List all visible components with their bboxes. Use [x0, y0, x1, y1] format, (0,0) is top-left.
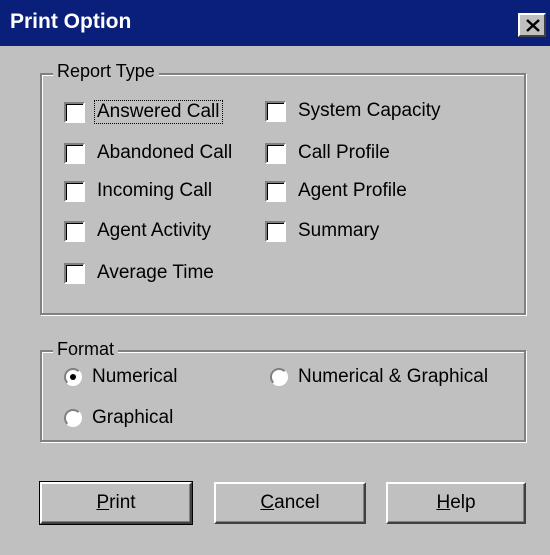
checkbox-box[interactable]	[265, 220, 286, 242]
cancel-button[interactable]: Cancel	[214, 482, 366, 524]
radio-button[interactable]	[270, 368, 288, 386]
checkbox-box[interactable]	[64, 180, 85, 202]
radio-numerical[interactable]: Numerical	[64, 366, 178, 388]
checkbox-answered-call[interactable]: Answered Call	[64, 100, 223, 124]
checkbox-label: Agent Activity	[97, 220, 212, 241]
checkbox-box[interactable]	[64, 262, 85, 284]
print-label-rest: rint	[109, 492, 136, 513]
help-button[interactable]: Help	[386, 482, 526, 524]
checkbox-summary[interactable]: Summary	[265, 220, 379, 242]
radio-numerical-graphical[interactable]: Numerical & Graphical	[270, 366, 488, 388]
close-button[interactable]	[518, 13, 546, 37]
format-legend: Format	[53, 339, 119, 360]
help-label-rest: elp	[450, 492, 476, 513]
checkbox-box[interactable]	[64, 220, 85, 242]
checkbox-incoming-call[interactable]: Incoming Call	[64, 180, 212, 202]
checkbox-label: Average Time	[97, 262, 214, 283]
checkbox-label: Answered Call	[94, 100, 223, 124]
checkbox-average-time[interactable]: Average Time	[64, 262, 214, 284]
cancel-label-rest: ancel	[274, 492, 320, 513]
print-option-dialog: Print Option Report Type Answered Call A…	[0, 0, 550, 555]
radio-button[interactable]	[64, 409, 82, 427]
checkbox-box[interactable]	[265, 180, 286, 202]
radio-button[interactable]	[64, 368, 82, 386]
checkbox-label: Abandoned Call	[97, 142, 233, 163]
checkbox-label: Call Profile	[298, 142, 390, 163]
checkbox-box[interactable]	[265, 100, 286, 122]
checkbox-agent-activity[interactable]: Agent Activity	[64, 220, 211, 242]
close-icon	[526, 19, 540, 32]
checkbox-call-profile[interactable]: Call Profile	[265, 142, 390, 164]
radio-label: Graphical	[92, 407, 174, 428]
print-button[interactable]: Print	[39, 481, 193, 525]
window-title: Print Option	[10, 10, 132, 33]
checkbox-box[interactable]	[64, 142, 85, 164]
cancel-mnemonic: C	[260, 492, 275, 513]
print-mnemonic: P	[96, 492, 110, 513]
help-mnemonic: H	[436, 492, 451, 513]
report-type-legend: Report Type	[53, 61, 159, 82]
checkbox-label: System Capacity	[298, 100, 441, 121]
checkbox-label: Summary	[298, 220, 380, 241]
checkbox-system-capacity[interactable]: System Capacity	[265, 100, 441, 122]
checkbox-abandoned-call[interactable]: Abandoned Call	[64, 142, 232, 164]
checkbox-label: Incoming Call	[97, 180, 213, 201]
radio-label: Numerical & Graphical	[298, 366, 489, 387]
radio-label: Numerical	[92, 366, 178, 387]
checkbox-box[interactable]	[64, 101, 85, 123]
title-bar[interactable]: Print Option	[0, 0, 550, 46]
checkbox-label: Agent Profile	[298, 180, 407, 201]
checkbox-box[interactable]	[265, 142, 286, 164]
checkbox-agent-profile[interactable]: Agent Profile	[265, 180, 407, 202]
radio-graphical[interactable]: Graphical	[64, 407, 173, 429]
